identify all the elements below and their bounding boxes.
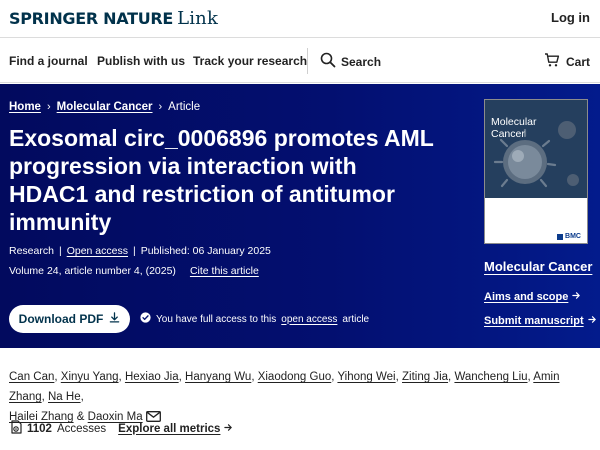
accesses-icon [9, 420, 23, 437]
author-link[interactable]: Xiaodong Guo [258, 371, 332, 383]
submit-manuscript-label: Submit manuscript [484, 315, 584, 327]
search-label: Search [341, 54, 382, 69]
accesses-count: 1102 [27, 422, 52, 435]
download-pdf-button[interactable]: Download PDF [9, 305, 130, 333]
nav-track-research[interactable]: Track your research [193, 54, 307, 68]
aims-scope-label: Aims and scope [484, 291, 569, 303]
volume-text: Volume 24, article number 4, (2025) [9, 265, 176, 277]
journal-name-link[interactable]: Molecular Cancer [484, 259, 592, 274]
author-link[interactable]: Hanyang Wu [185, 371, 251, 383]
open-access-link[interactable]: Open access [67, 245, 128, 257]
breadcrumb: Home › Molecular Cancer › Article [9, 101, 200, 113]
cart-icon [544, 52, 560, 71]
author-link[interactable]: Ziting Jia [402, 371, 448, 383]
author-link[interactable]: Wancheng Liu [454, 371, 527, 383]
article-metrics: 1102 Accesses Explore all metrics [9, 420, 233, 437]
article-meta: Research | Open access | Published: 06 Janua… [9, 245, 271, 257]
bmc-logo: BMC [557, 233, 581, 240]
download-icon [109, 312, 120, 326]
aims-scope-link[interactable]: Aims and scope [484, 291, 581, 303]
download-pdf-label: Download PDF [18, 312, 104, 326]
site-header: SPRINGER NATURE Link Log in [0, 0, 600, 38]
access-open-access-link[interactable]: open access [281, 314, 337, 325]
author-link[interactable]: Na He [48, 391, 81, 403]
nav-divider [307, 48, 308, 74]
arrow-right-icon [572, 291, 581, 303]
article-title: Exosomal circ_0006896 promotes AML progr… [9, 125, 434, 235]
breadcrumb-current: Article [168, 101, 201, 113]
brand-link: Link [177, 8, 219, 29]
cover-footer: BMC [485, 198, 587, 243]
search-button[interactable]: Search [320, 52, 381, 71]
author-link[interactable]: Yihong Wei [337, 371, 395, 383]
cite-article-link[interactable]: Cite this article [190, 265, 259, 277]
submit-manuscript-link[interactable]: Submit manuscript [484, 315, 597, 327]
author-link[interactable]: Hexiao Jia [125, 371, 179, 383]
cart-label: Cart [565, 54, 590, 69]
explore-metrics-link[interactable]: Explore all metrics [118, 423, 233, 435]
access-note: You have full access to this open access… [140, 312, 369, 326]
cover-image: Molecular Cancer [485, 100, 587, 198]
published-date: Published: 06 January 2025 [140, 245, 271, 257]
access-prefix: You have full access to this [156, 313, 277, 325]
springer-nature-link-logo[interactable]: SPRINGER NATURE Link [9, 8, 218, 29]
explore-metrics-label: Explore all metrics [118, 422, 221, 435]
article-hero: Home › Molecular Cancer › Article Exosom… [0, 84, 600, 348]
arrow-right-icon [587, 315, 597, 327]
author-link[interactable]: Xinyu Yang [61, 371, 119, 383]
breadcrumb-home[interactable]: Home [9, 101, 41, 113]
arrow-right-icon [224, 423, 233, 435]
login-link[interactable]: Log in [551, 10, 590, 25]
breadcrumb-journal[interactable]: Molecular Cancer [57, 101, 153, 113]
accesses-label: Accesses [56, 422, 107, 435]
journal-cover[interactable]: Molecular Cancer BMC [484, 99, 588, 244]
chevron-right-icon: › [158, 101, 163, 113]
check-circle-icon [140, 312, 151, 326]
nav-find-journal[interactable]: Find a journal [9, 54, 88, 68]
search-icon [320, 52, 336, 71]
author-link[interactable]: Can Can [9, 371, 54, 383]
article-volume-info: Volume 24, article number 4, (2025) Cite … [9, 265, 259, 277]
main-nav: Find a journal Publish with us Track you… [0, 39, 600, 83]
nav-publish-with-us[interactable]: Publish with us [97, 54, 185, 68]
brand-name: SPRINGER NATURE [9, 9, 174, 28]
access-suffix: article [342, 313, 370, 325]
cover-publisher: BMC [565, 233, 581, 240]
chevron-right-icon: › [46, 101, 51, 113]
article-type: Research [9, 245, 54, 257]
cart-button[interactable]: Cart [544, 52, 590, 71]
journal-links: Molecular Cancer Aims and scope Submit m… [484, 259, 596, 327]
cover-journal-title: Molecular Cancer [491, 116, 537, 140]
